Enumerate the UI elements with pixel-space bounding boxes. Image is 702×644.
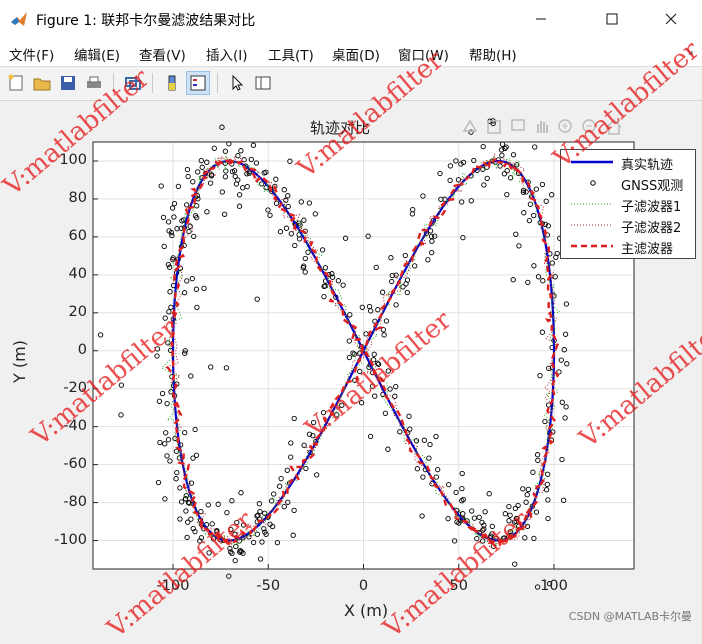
home-icon[interactable] bbox=[604, 117, 624, 137]
toolbar-separator bbox=[113, 73, 114, 93]
export-icon[interactable] bbox=[460, 117, 480, 137]
zoom-in-icon[interactable] bbox=[556, 117, 576, 137]
gnss-point bbox=[226, 573, 232, 579]
legend-entry-main-filter: 主滤波器 bbox=[561, 236, 697, 257]
legend-entry-gnss: GNSS观测 bbox=[561, 173, 697, 194]
y-tick-label: 80 bbox=[68, 189, 87, 206]
y-tick-label: -20 bbox=[63, 379, 87, 396]
legend-swatch-solid bbox=[571, 160, 613, 164]
close-button[interactable] bbox=[648, 0, 694, 38]
menu-help[interactable]: 帮助(H) bbox=[469, 44, 517, 64]
close-icon bbox=[665, 13, 677, 25]
legend-label: 子滤波器2 bbox=[621, 221, 682, 236]
y-tick-label: 100 bbox=[59, 151, 87, 168]
y-tick-label: 0 bbox=[77, 341, 87, 358]
open-file-icon bbox=[33, 78, 51, 91]
insert-legend-button[interactable] bbox=[186, 71, 210, 95]
toolbar-separator bbox=[217, 73, 218, 93]
pan-icon[interactable] bbox=[532, 117, 552, 137]
window-title: Figure 1: 联邦卡尔曼滤波结果对比 bbox=[36, 13, 256, 29]
x-tick-label: 0 bbox=[358, 578, 369, 594]
x-tick-label: -50 bbox=[256, 578, 281, 594]
link-plot-button[interactable] bbox=[121, 71, 145, 95]
insert-colorbar-button[interactable] bbox=[160, 71, 184, 95]
title-bar: Figure 1: 联邦卡尔曼滤波结果对比 bbox=[0, 0, 702, 39]
menu-bar: 文件(F) 编辑(E) 查看(V) 插入(I) 工具(T) 桌面(D) 窗口(W… bbox=[0, 38, 702, 67]
menu-insert[interactable]: 插入(I) bbox=[206, 44, 248, 64]
menu-file[interactable]: 文件(F) bbox=[9, 44, 54, 64]
save-button[interactable] bbox=[56, 71, 80, 95]
legend-swatch-dashed bbox=[571, 244, 613, 248]
new-figure-button[interactable] bbox=[4, 71, 28, 95]
brush-icon[interactable] bbox=[484, 117, 504, 137]
select-pointer-button[interactable] bbox=[225, 71, 249, 95]
legend-entry-true-track: 真实轨迹 bbox=[561, 152, 697, 173]
menu-view[interactable]: 查看(V) bbox=[139, 44, 186, 64]
property-inspector-icon bbox=[255, 76, 271, 90]
minimize-icon bbox=[536, 18, 546, 20]
datatip-icon[interactable] bbox=[508, 117, 528, 137]
toolbar-separator bbox=[152, 73, 153, 93]
select-pointer-icon bbox=[232, 74, 244, 91]
property-inspector-button[interactable] bbox=[251, 71, 275, 95]
y-tick-label: 40 bbox=[68, 265, 87, 282]
insert-colorbar-icon bbox=[168, 75, 176, 91]
menu-edit[interactable]: 编辑(E) bbox=[74, 44, 120, 64]
y-axis-label: Y (m) bbox=[10, 340, 29, 383]
dock-arrow-icon[interactable]: ↘ bbox=[684, 44, 694, 58]
print-button[interactable] bbox=[82, 71, 106, 95]
menu-window[interactable]: 窗口(W) bbox=[398, 44, 449, 64]
print-icon bbox=[87, 76, 101, 88]
y-tick-label: -100 bbox=[54, 531, 87, 548]
menu-tools[interactable]: 工具(T) bbox=[268, 44, 314, 64]
maximize-icon bbox=[606, 13, 618, 25]
x-tick-label: 100 bbox=[540, 578, 568, 594]
zoom-out-icon[interactable] bbox=[580, 117, 600, 137]
menu-desktop[interactable]: 桌面(D) bbox=[332, 44, 380, 64]
x-tick-label: -100 bbox=[156, 578, 190, 594]
legend-label: 真实轨迹 bbox=[621, 158, 674, 173]
figure-canvas: 轨迹对比 X (m) Y (m) -100 -50 0 50 100 -100 -80 -60… bbox=[0, 35, 702, 644]
figure-toolbar bbox=[0, 67, 702, 101]
link-plot-icon bbox=[125, 77, 141, 90]
insert-legend-icon bbox=[190, 75, 206, 91]
legend-label: 子滤波器1 bbox=[621, 200, 682, 215]
y-tick-label: -80 bbox=[63, 493, 87, 510]
legend-swatch-dotted-green bbox=[571, 203, 613, 205]
chart-title: 轨迹对比 bbox=[310, 119, 371, 137]
x-tick-label: 50 bbox=[449, 578, 468, 594]
legend-entry-subfilter-2: 子滤波器2 bbox=[561, 215, 697, 236]
matlab-logo-icon bbox=[11, 12, 27, 26]
y-tick-label: -40 bbox=[63, 417, 87, 434]
y-tick-label: 20 bbox=[68, 303, 87, 320]
legend-label: 主滤波器 bbox=[621, 242, 674, 257]
legend-swatch-marker bbox=[590, 180, 596, 186]
save-icon bbox=[61, 76, 75, 90]
legend-label: GNSS观测 bbox=[621, 179, 684, 194]
gnss-point bbox=[219, 124, 225, 130]
credit-text: CSDN @MATLAB卡尔曼 bbox=[568, 610, 692, 623]
new-figure-icon bbox=[8, 74, 23, 91]
y-tick-label: 60 bbox=[68, 227, 87, 244]
minimize-button[interactable] bbox=[518, 0, 564, 38]
legend-entry-subfilter-1: 子滤波器1 bbox=[561, 194, 697, 215]
legend-swatch-dotted-red bbox=[571, 224, 613, 226]
maximize-button[interactable] bbox=[589, 0, 635, 38]
legend[interactable]: 真实轨迹 GNSS观测 子滤波器1 子滤波器2 主滤波器 bbox=[560, 149, 696, 259]
open-file-button[interactable] bbox=[30, 71, 54, 95]
y-tick-label: -60 bbox=[63, 455, 87, 472]
x-axis-label: X (m) bbox=[344, 601, 389, 620]
